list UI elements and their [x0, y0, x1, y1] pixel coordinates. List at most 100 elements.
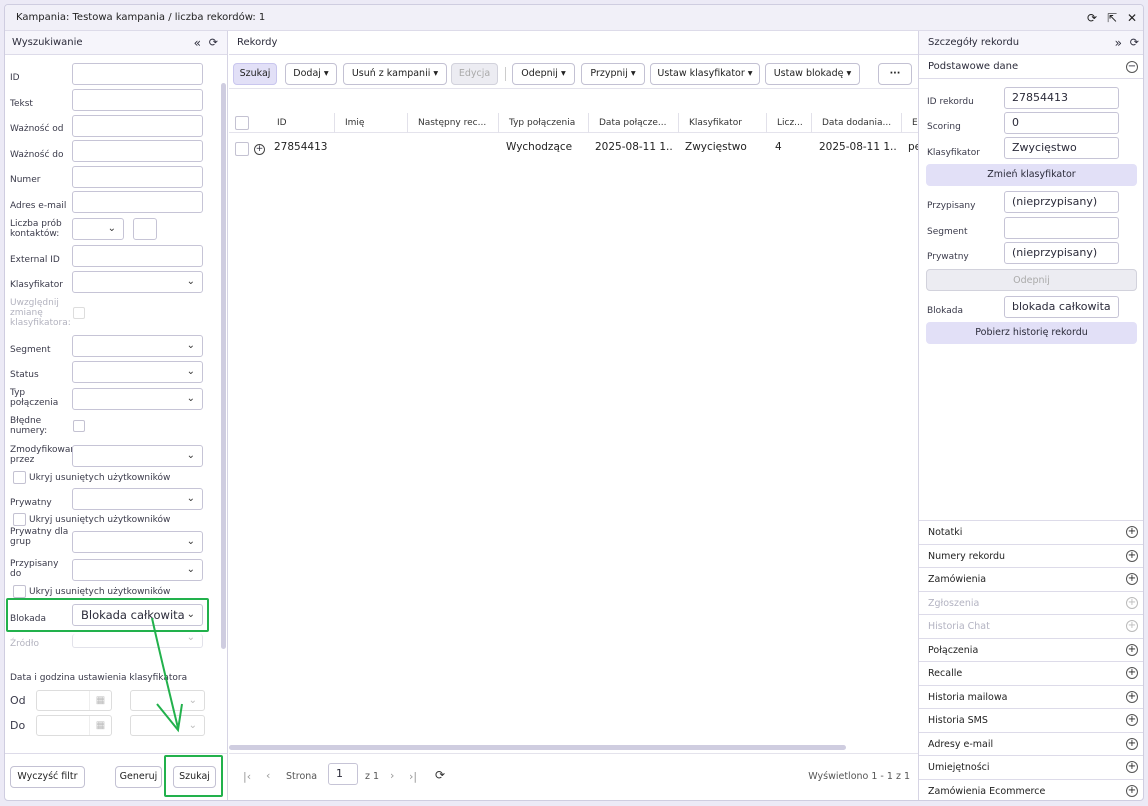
- ukryj-checkbox-2[interactable]: [13, 513, 26, 526]
- blokada-field[interactable]: blokada całkowita: [1004, 296, 1119, 318]
- col-header-klasyfikator[interactable]: Klasyfikator: [679, 113, 767, 133]
- numer-input[interactable]: [72, 166, 203, 188]
- set-block-button[interactable]: Ustaw blokadę ▾: [765, 63, 860, 85]
- section-zamowienia-ecommerce[interactable]: Zamówienia Ecommerce +: [919, 778, 1143, 801]
- status-select[interactable]: ⌄: [72, 361, 203, 383]
- popout-icon[interactable]: ⇱: [1105, 5, 1119, 31]
- calendar-icon[interactable]: ▦: [89, 691, 111, 710]
- waznosc-od-input[interactable]: [72, 115, 203, 137]
- plus-icon[interactable]: +: [1126, 526, 1138, 538]
- col-header-liczba[interactable]: Licz...: [767, 113, 812, 133]
- refresh-icon[interactable]: ⟳: [209, 31, 218, 55]
- plus-icon[interactable]: +: [1126, 573, 1138, 585]
- col-header-data-polaczenia[interactable]: Data połącze...: [589, 113, 679, 133]
- left-scrollbar[interactable]: [221, 83, 226, 649]
- segment-select[interactable]: ⌄: [72, 335, 203, 357]
- plus-icon[interactable]: +: [1126, 549, 1138, 562]
- do-date-input[interactable]: ▦: [36, 715, 112, 736]
- record-history-button[interactable]: Pobierz historię rekordu: [926, 322, 1137, 344]
- horizontal-scrollbar[interactable]: [229, 745, 846, 750]
- section-adresy-email[interactable]: Adresy e-mail +: [919, 731, 1143, 756]
- refresh-icon[interactable]: ⟳: [1085, 5, 1099, 31]
- section-historia-chat: Historia Chat +: [919, 614, 1143, 638]
- section-notatki[interactable]: Notatki +: [919, 520, 1143, 544]
- select-all-checkbox[interactable]: [235, 116, 249, 130]
- assign-button[interactable]: Przypnij ▾: [581, 63, 645, 85]
- scoring-field[interactable]: 0: [1004, 112, 1119, 134]
- ukryj-checkbox-3[interactable]: [13, 585, 26, 598]
- tekst-input[interactable]: [72, 89, 203, 111]
- close-icon[interactable]: ✕: [1125, 5, 1139, 31]
- prev-page-icon[interactable]: ‹: [266, 769, 270, 782]
- prywatny-grup-select[interactable]: ⌄: [72, 531, 203, 553]
- basic-data-section[interactable]: Podstawowe dane −: [919, 55, 1143, 79]
- plus-icon[interactable]: +: [1126, 784, 1138, 797]
- edit-button[interactable]: Edycja: [451, 63, 498, 85]
- bledne-checkbox[interactable]: [73, 420, 85, 432]
- unassign-record-button[interactable]: Odepnij: [926, 269, 1137, 291]
- prywatny-select[interactable]: ⌄: [72, 488, 203, 510]
- proby-operator-select[interactable]: ⌄: [72, 218, 124, 240]
- plus-icon[interactable]: +: [1126, 714, 1138, 726]
- section-umiejetnosci[interactable]: Umiejętności +: [919, 755, 1143, 779]
- col-header-e[interactable]: E: [902, 113, 918, 133]
- add-button[interactable]: Dodaj ▾: [285, 63, 337, 85]
- email-input[interactable]: [72, 191, 203, 213]
- section-zamowienia[interactable]: Zamówienia +: [919, 567, 1143, 591]
- expand-row-icon[interactable]: +: [254, 144, 265, 155]
- records-search-button[interactable]: Szukaj: [233, 63, 277, 85]
- remove-from-campaign-button[interactable]: Usuń z kampanii ▾: [343, 63, 447, 85]
- zmodyfikowany-select[interactable]: ⌄: [72, 445, 203, 467]
- section-numery[interactable]: Numery rekordu +: [919, 543, 1143, 568]
- col-header-imie[interactable]: Imię: [335, 113, 408, 133]
- uwzglednij-checkbox[interactable]: [73, 307, 85, 319]
- more-button[interactable]: ···: [878, 63, 912, 85]
- collapse-icon[interactable]: «: [194, 31, 201, 55]
- klasyfikator-field[interactable]: Zwycięstwo: [1004, 137, 1119, 159]
- plus-icon[interactable]: +: [1126, 690, 1138, 703]
- prywatny-field[interactable]: (nieprzypisany): [1004, 242, 1119, 264]
- section-historia-mailowa[interactable]: Historia mailowa +: [919, 684, 1143, 709]
- unassign-button[interactable]: Odepnij ▾: [512, 63, 575, 85]
- set-classifier-button[interactable]: Ustaw klasyfikator ▾: [650, 63, 760, 85]
- waznosc-do-input[interactable]: [72, 140, 203, 162]
- next-page-icon[interactable]: ›: [390, 769, 394, 782]
- ukryj-checkbox-1[interactable]: [13, 471, 26, 484]
- row-checkbox[interactable]: [235, 142, 249, 156]
- clear-filter-button[interactable]: Wyczyść filtr: [10, 766, 85, 788]
- plus-icon[interactable]: +: [1126, 667, 1138, 679]
- expand-icon[interactable]: »: [1115, 31, 1122, 55]
- section-recalle[interactable]: Recalle +: [919, 661, 1143, 685]
- przypisany-field[interactable]: (nieprzypisany): [1004, 191, 1119, 213]
- przypisany-select[interactable]: ⌄: [72, 559, 203, 581]
- plus-icon[interactable]: +: [1126, 643, 1138, 656]
- klasyfikator-select[interactable]: ⌄: [72, 271, 203, 293]
- last-page-icon[interactable]: ›|: [409, 770, 417, 783]
- id-input[interactable]: [72, 63, 203, 85]
- plus-icon[interactable]: +: [1126, 761, 1138, 773]
- col-header-data-dodania[interactable]: Data dodania...: [812, 113, 902, 133]
- section-label: Historia Chat: [928, 621, 990, 632]
- change-classifier-button[interactable]: Zmień klasyfikator: [926, 164, 1137, 186]
- record-id-field[interactable]: 27854413: [1004, 87, 1119, 109]
- plus-icon[interactable]: +: [1126, 737, 1138, 750]
- calendar-icon[interactable]: ▦: [89, 716, 111, 735]
- collapse-section-icon[interactable]: −: [1126, 61, 1138, 73]
- first-page-icon[interactable]: |‹: [243, 770, 251, 783]
- section-historia-sms[interactable]: Historia SMS +: [919, 708, 1143, 732]
- refresh-icon[interactable]: ⟳: [1130, 31, 1139, 55]
- section-polaczenia[interactable]: Połączenia +: [919, 637, 1143, 662]
- typ-select[interactable]: ⌄: [72, 388, 203, 410]
- record-details-panel: Szczegóły rekordu » ⟳ Podstawowe dane − …: [918, 31, 1143, 801]
- page-input[interactable]: 1: [328, 763, 358, 785]
- proby-value-input[interactable]: [133, 218, 157, 240]
- external-id-input[interactable]: [72, 245, 203, 267]
- od-date-input[interactable]: ▦: [36, 690, 112, 711]
- segment-field[interactable]: [1004, 217, 1119, 239]
- col-header-id[interactable]: ID: [267, 113, 335, 133]
- refresh-icon[interactable]: ⟳: [435, 768, 445, 782]
- annotation-arrow: [151, 617, 183, 733]
- col-header-nastepny[interactable]: Następny rec...: [408, 113, 499, 133]
- col-header-typ[interactable]: Typ połączenia: [499, 113, 589, 133]
- generate-button[interactable]: Generuj: [115, 766, 162, 788]
